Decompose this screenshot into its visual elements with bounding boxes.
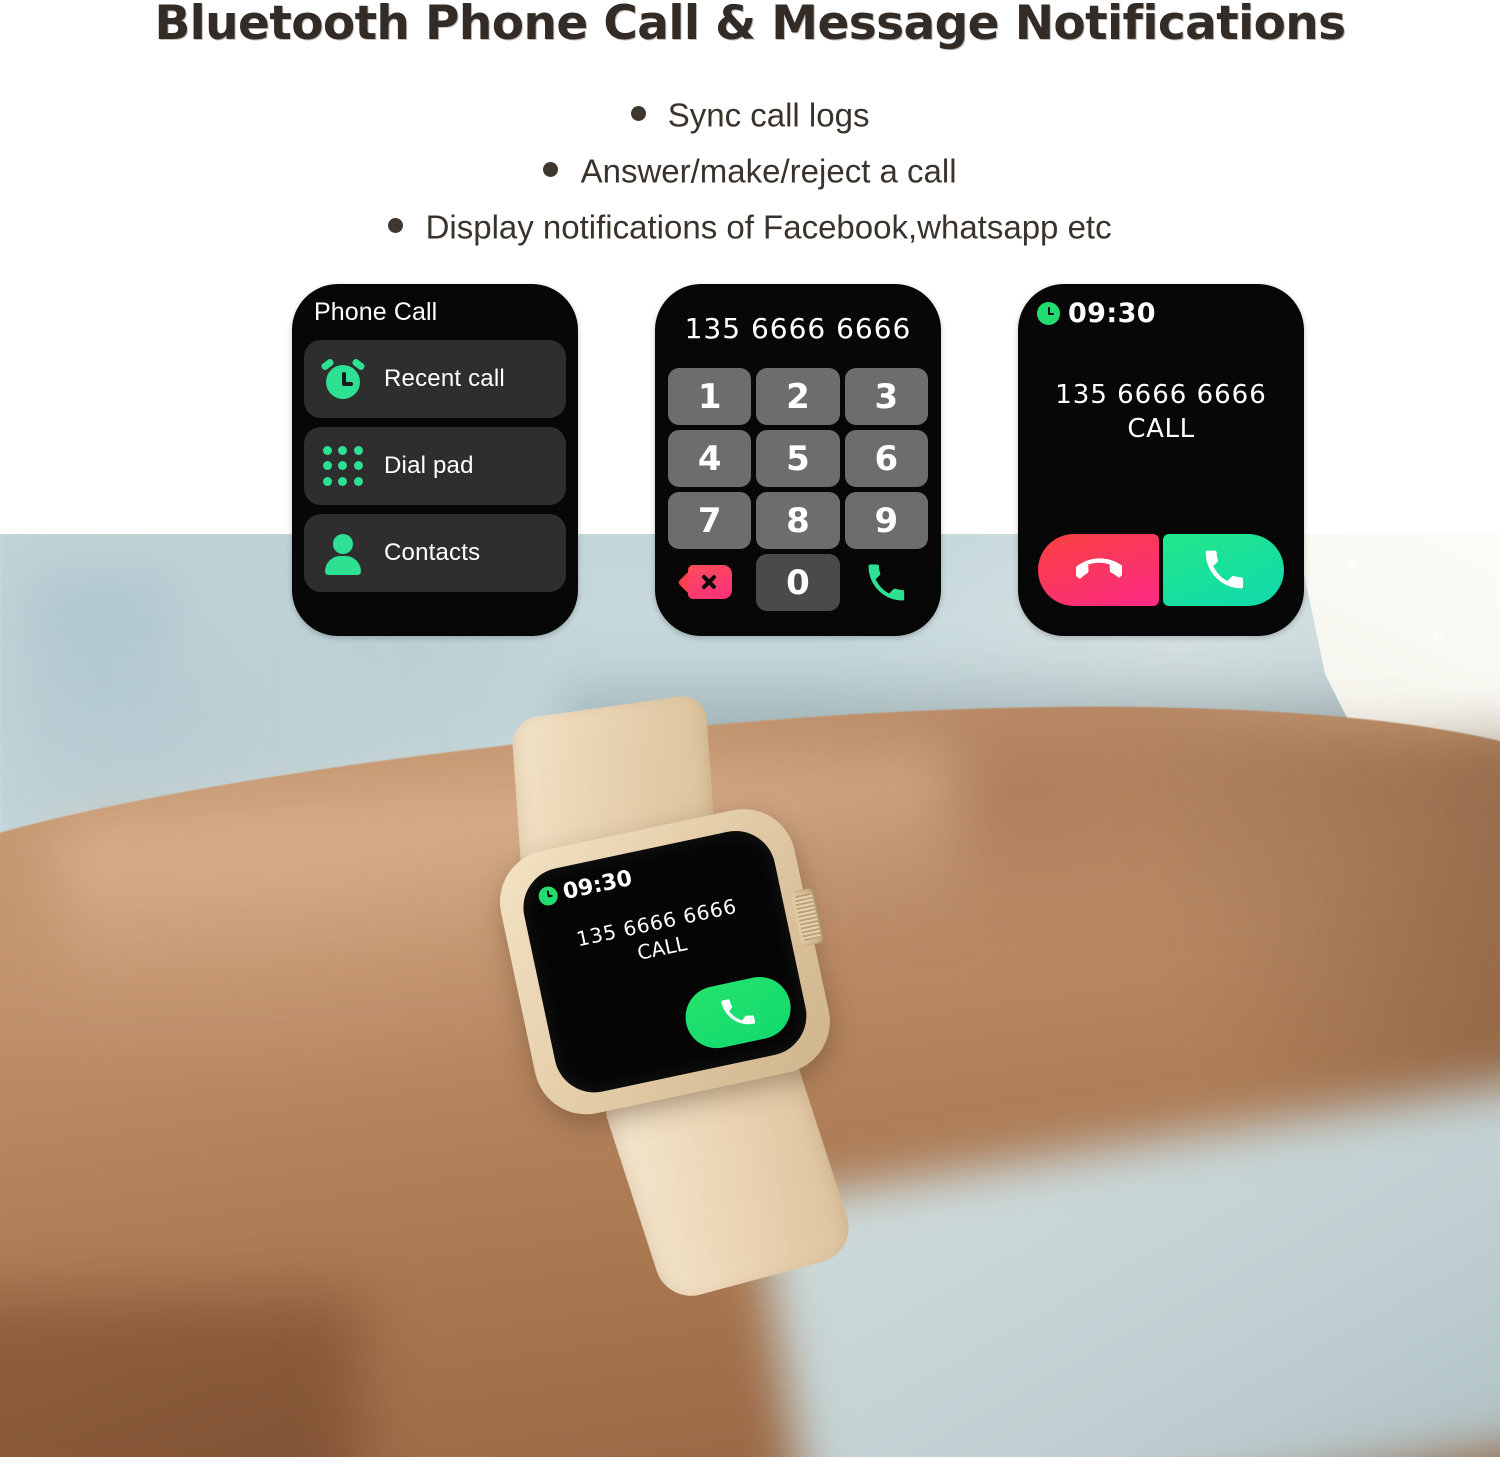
worn-watch-screen[interactable]: 09:30 135 6666 6666 CALL: [516, 823, 814, 1100]
key-call[interactable]: [845, 554, 928, 611]
clock-icon: [1037, 302, 1060, 325]
incoming-call-actions: [1038, 534, 1284, 606]
phone-handset-icon: [868, 563, 905, 600]
bullet-label: Sync call logs: [667, 96, 870, 134]
photo-lower-haze-left: [0, 1297, 360, 1457]
key-0[interactable]: 0: [756, 554, 840, 611]
bullet-label: Answer/make/reject a call: [580, 152, 957, 190]
worn-watch-status-row: 09:30: [536, 866, 634, 910]
feature-bullet-list: Sync call logs Answer/make/reject a call…: [0, 86, 1500, 254]
backspace-delete-icon: [677, 563, 738, 603]
bullet-dot-icon: [388, 217, 404, 233]
key-7[interactable]: 7: [668, 492, 752, 549]
worn-watch-time: 09:30: [560, 866, 635, 906]
phone-handset-icon: [721, 999, 756, 1025]
accept-call-button[interactable]: [1163, 534, 1284, 606]
bullet-item: Answer/make/reject a call: [0, 142, 1500, 198]
key-6[interactable]: 6: [844, 430, 928, 487]
person-icon: [316, 526, 370, 580]
bullet-dot-icon: [543, 161, 559, 177]
clock-icon: [536, 884, 560, 908]
key-3[interactable]: 3: [844, 368, 928, 425]
key-1[interactable]: 1: [668, 368, 752, 425]
bullet-item: Display notifications of Facebook,whatsa…: [0, 198, 1500, 254]
key-9[interactable]: 9: [844, 492, 928, 549]
dialpad-dots-icon: [316, 439, 370, 493]
incoming-caller-number: 135 6666 6666: [1055, 380, 1267, 410]
key-4[interactable]: 4: [668, 430, 752, 487]
menu-item-label: Dial pad: [384, 452, 474, 479]
decline-call-button[interactable]: [1038, 534, 1159, 606]
watch-screen-dial-pad: 135 6666 6666 1 2 3 4 5 6 7 8 9 0: [655, 284, 941, 636]
phone-call-screen-title: Phone Call: [314, 298, 438, 326]
incoming-call-state: CALL: [1127, 414, 1195, 444]
menu-item-recent-call[interactable]: Recent call: [304, 340, 566, 418]
phone-handset-icon: [1205, 550, 1243, 589]
worn-watch-accept-button[interactable]: [679, 971, 797, 1054]
menu-item-contacts[interactable]: Contacts: [304, 514, 566, 592]
key-8[interactable]: 8: [756, 492, 840, 549]
incoming-status-row: 09:30: [1037, 298, 1156, 329]
phone-call-menu-list: Recent call Dial pad Contacts: [304, 340, 566, 601]
worn-smartwatch: 09:30 135 6666 6666 CALL: [490, 693, 879, 1304]
key-2[interactable]: 2: [756, 368, 840, 425]
page-title: Bluetooth Phone Call & Message Notificat…: [154, 0, 1346, 51]
menu-item-label: Recent call: [384, 365, 505, 392]
watch-screen-incoming-call: 09:30 135 6666 6666 CALL: [1018, 284, 1304, 636]
phone-hangup-icon: [1075, 558, 1122, 579]
key-5[interactable]: 5: [756, 430, 840, 487]
menu-item-dial-pad[interactable]: Dial pad: [304, 427, 566, 505]
lifestyle-photo: 09:30 135 6666 6666 CALL: [0, 534, 1500, 1457]
alarm-clock-icon: [316, 352, 370, 406]
dial-keypad: 1 2 3 4 5 6 7 8 9 0: [668, 368, 928, 611]
dialed-number-display: 135 6666 6666: [684, 312, 912, 345]
incoming-call-time: 09:30: [1068, 298, 1156, 329]
watch-screen-phone-call-menu: Phone Call Recent call Dial pad Contacts: [292, 284, 578, 636]
key-delete[interactable]: [668, 554, 751, 611]
bullet-dot-icon: [630, 105, 646, 121]
bullet-label: Display notifications of Facebook,whatsa…: [425, 208, 1112, 246]
watch-crown[interactable]: [790, 887, 826, 947]
bullet-item: Sync call logs: [0, 86, 1500, 142]
menu-item-label: Contacts: [384, 539, 481, 566]
